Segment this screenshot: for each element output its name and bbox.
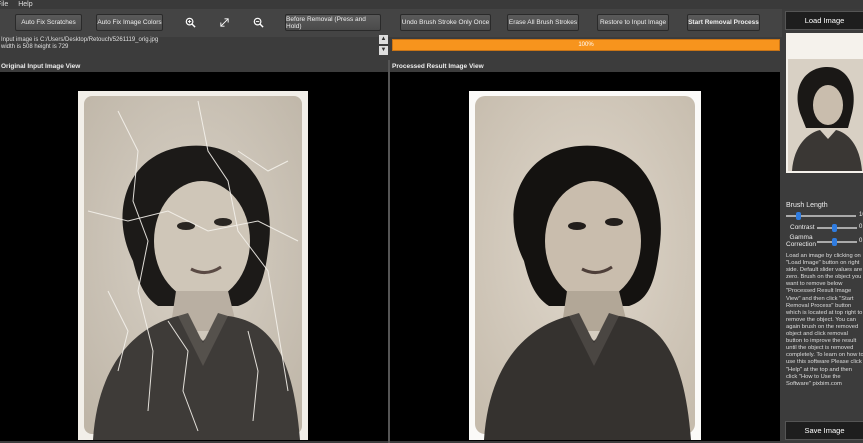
- toolbar: Auto Fix Scratches Auto Fix Image Colors…: [0, 9, 782, 37]
- load-image-button[interactable]: Load Image: [785, 11, 863, 30]
- original-image-view[interactable]: [0, 72, 388, 441]
- restore-input-button[interactable]: Restore to Input Image: [597, 14, 669, 31]
- contrast-knob[interactable]: [832, 224, 837, 232]
- progress-label: 100%: [578, 42, 594, 48]
- contrast-track[interactable]: [817, 227, 857, 229]
- gamma-knob[interactable]: [832, 238, 837, 246]
- brush-length-value: 10: [859, 212, 863, 218]
- result-panel-title: Processed Result Image View: [392, 63, 484, 70]
- thumbnail-preview: [786, 33, 863, 173]
- save-image-button[interactable]: Save Image: [785, 421, 863, 440]
- brush-length-knob[interactable]: [796, 212, 801, 220]
- brush-length-label: Brush Length: [786, 202, 828, 209]
- image-size-text: width is 508 height is 729: [1, 44, 69, 50]
- contrast-value: 0: [859, 224, 863, 230]
- scroll-up-icon[interactable]: ▲: [379, 35, 388, 44]
- undo-brush-stroke-button[interactable]: Undo Brush Stroke Only Once: [400, 14, 491, 31]
- image-info: Input image is C:/Users/Desktop/Retouch/…: [0, 37, 379, 59]
- scroll-down-icon[interactable]: ▼: [379, 46, 388, 55]
- gamma-value: 0: [859, 238, 863, 244]
- result-photo: [469, 91, 701, 440]
- auto-fix-scratches-button[interactable]: Auto Fix Scratches: [15, 14, 82, 31]
- zoom-in-icon[interactable]: [182, 14, 198, 31]
- progress-bar: 100%: [392, 39, 780, 51]
- gamma-track[interactable]: [817, 241, 857, 243]
- contrast-label: Contrast: [790, 224, 815, 231]
- image-path-text: Input image is C:/Users/Desktop/Retouch/…: [1, 37, 159, 43]
- info-scroll[interactable]: ▲ ▼: [379, 35, 388, 57]
- zoom-out-icon[interactable]: [250, 14, 266, 31]
- menu-file[interactable]: File: [0, 0, 8, 9]
- start-removal-button[interactable]: Start Removal Process: [687, 14, 760, 31]
- expand-icon[interactable]: [216, 14, 232, 31]
- result-image-view[interactable]: [390, 72, 780, 441]
- menu-bar: File Help: [0, 0, 863, 9]
- help-text: Load an image by clicking on "Load Image…: [786, 253, 863, 387]
- right-sidebar: Load Image Brush Length 10 Contrast 0 Ga…: [782, 9, 863, 443]
- original-panel-title: Original Input Image View: [1, 63, 81, 70]
- auto-fix-colors-button[interactable]: Auto Fix Image Colors: [96, 14, 163, 31]
- menu-help[interactable]: Help: [18, 0, 32, 9]
- erase-all-strokes-button[interactable]: Erase All Brush Strokes: [507, 14, 579, 31]
- gamma-label: Gamma Correction: [786, 234, 816, 248]
- before-removal-button[interactable]: Before Removal (Press and Hold): [285, 14, 381, 31]
- original-photo: [78, 91, 308, 440]
